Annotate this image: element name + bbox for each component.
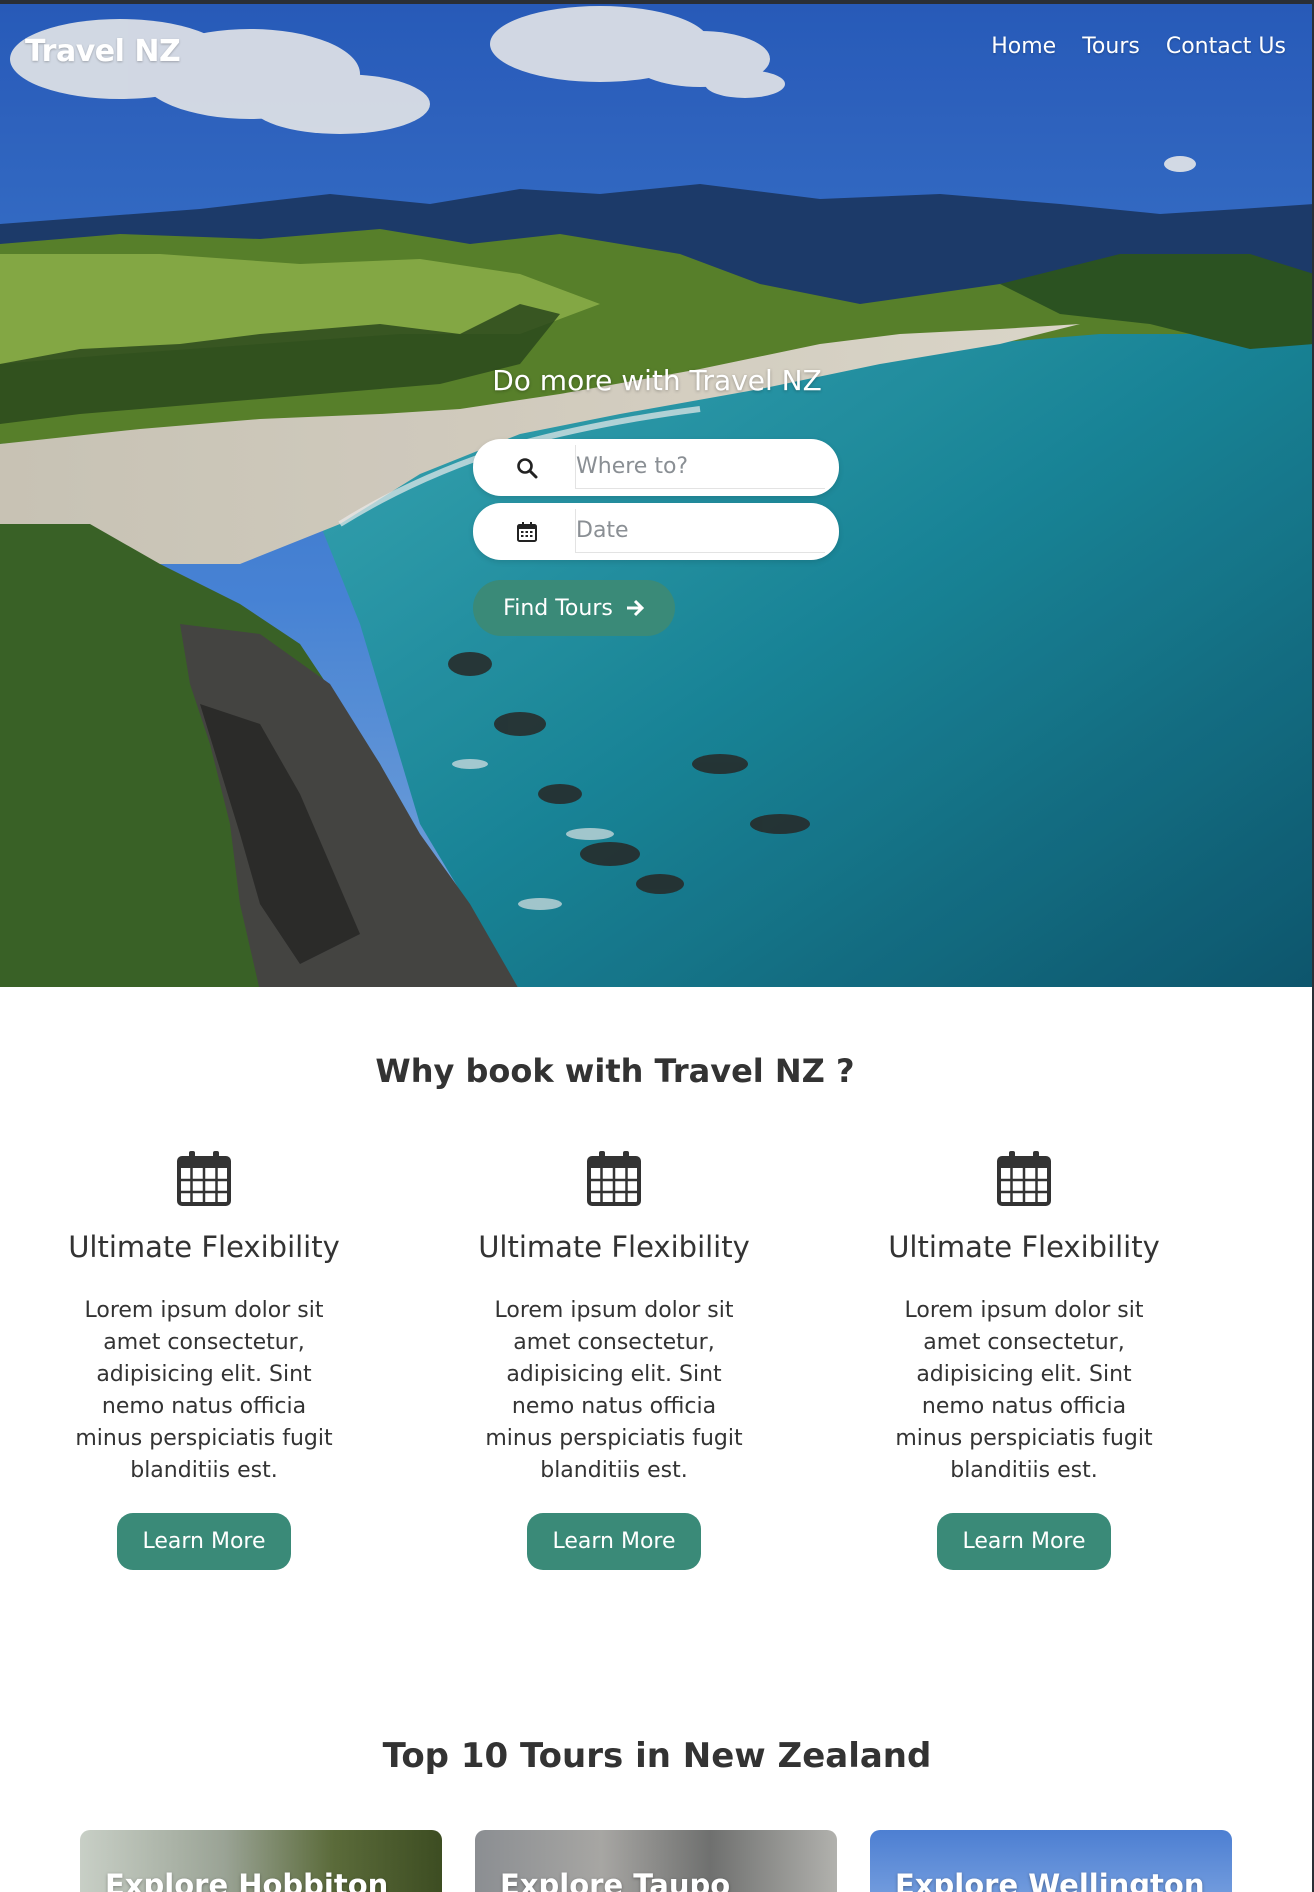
feature-card: Ultimate Flexibility Lorem ipsum dolor s…: [54, 1148, 354, 1570]
learn-more-button[interactable]: Learn More: [117, 1513, 291, 1570]
feature-text: Lorem ipsum dolor sit amet consectetur, …: [895, 1298, 1153, 1483]
date-input[interactable]: [575, 509, 825, 553]
tour-card-taupo[interactable]: Explore Taupo: [475, 1830, 837, 1892]
search-icon: [517, 458, 538, 479]
tours-section-title: Top 10 Tours in New Zealand: [382, 1736, 932, 1776]
brand-logo[interactable]: Travel NZ: [25, 34, 181, 69]
calendar-icon: [997, 1151, 1051, 1206]
find-tours-label: Find Tours: [503, 595, 613, 621]
find-tours-button[interactable]: Find Tours: [473, 580, 675, 636]
tour-card-hobbiton[interactable]: Explore Hobbiton: [80, 1830, 442, 1892]
tour-card-wellington[interactable]: Explore Wellington: [870, 1830, 1232, 1892]
tour-card-label: Explore Taupo: [500, 1868, 731, 1892]
feature-text: Lorem ipsum dolor sit amet consectetur, …: [75, 1298, 333, 1483]
tour-card-label: Explore Wellington: [895, 1868, 1205, 1892]
hero-section: Travel NZ Home Tours Contact Us Do more …: [0, 0, 1314, 987]
hero-title: Do more with Travel NZ: [492, 364, 822, 397]
tour-card-label: Explore Hobbiton: [105, 1868, 389, 1892]
where-input[interactable]: [575, 445, 825, 489]
feature-card: Ultimate Flexibility Lorem ipsum dolor s…: [874, 1148, 1174, 1570]
calendar-icon: [177, 1151, 231, 1206]
feature-title: Ultimate Flexibility: [888, 1230, 1160, 1264]
arrow-right-icon: [626, 599, 644, 617]
feature-text: Lorem ipsum dolor sit amet consectetur, …: [485, 1298, 743, 1483]
nav-link-home[interactable]: Home: [991, 34, 1056, 59]
feature-title: Ultimate Flexibility: [68, 1230, 340, 1264]
nav-link-tours[interactable]: Tours: [1082, 34, 1140, 59]
why-section-title: Why book with Travel NZ ?: [375, 1052, 855, 1090]
feature-title: Ultimate Flexibility: [478, 1230, 750, 1264]
main-nav: Home Tours Contact Us: [991, 34, 1286, 59]
calendar-icon: [587, 1151, 641, 1206]
learn-more-button[interactable]: Learn More: [527, 1513, 701, 1570]
where-field[interactable]: [473, 439, 839, 496]
learn-more-button[interactable]: Learn More: [937, 1513, 1111, 1570]
nav-link-contact[interactable]: Contact Us: [1166, 34, 1286, 59]
date-field[interactable]: [473, 503, 839, 560]
calendar-icon: [517, 522, 537, 542]
feature-card: Ultimate Flexibility Lorem ipsum dolor s…: [464, 1148, 764, 1570]
